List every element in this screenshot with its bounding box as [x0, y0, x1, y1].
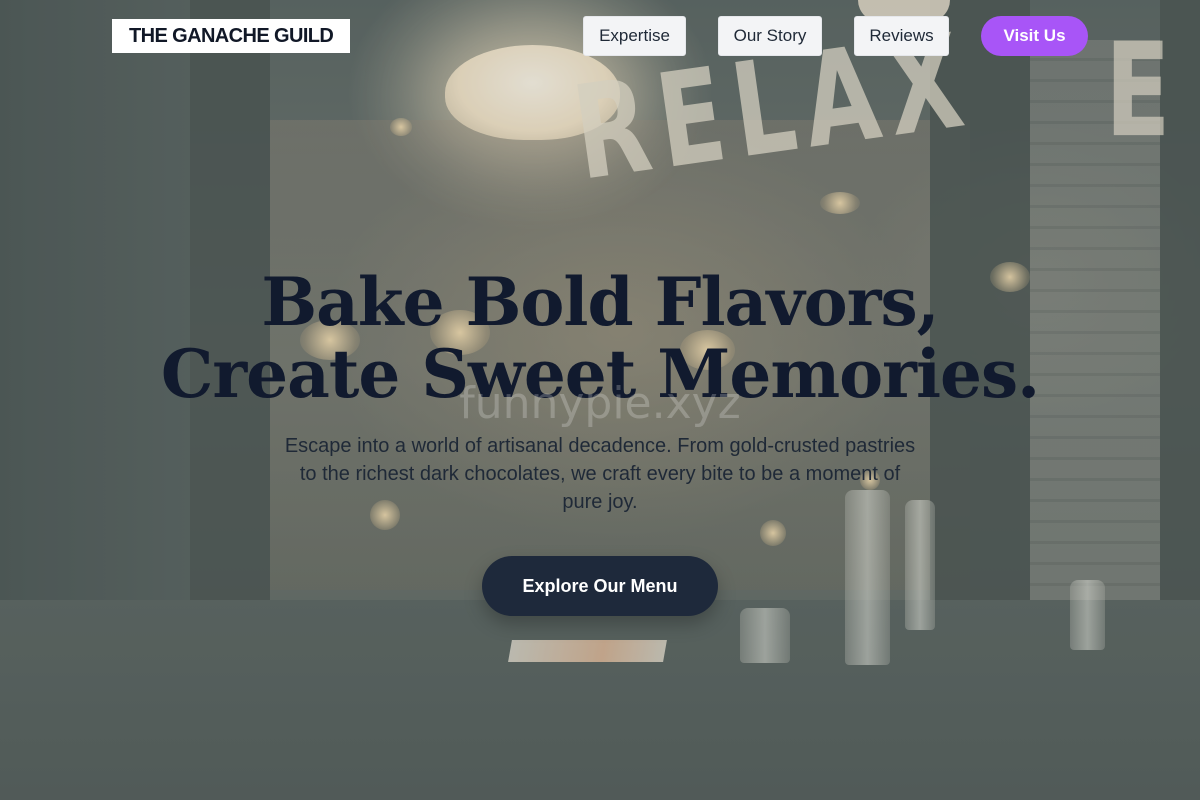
hero-title-line-1: Bake Bold Flavors,	[261, 263, 939, 341]
hero-title: Bake Bold Flavors, Create Sweet Memories…	[0, 266, 1200, 410]
site-logo[interactable]: THE GANACHE GUILD	[112, 19, 351, 53]
nav-button-reviews[interactable]: Reviews	[854, 16, 949, 56]
explore-menu-button[interactable]: Explore Our Menu	[482, 556, 718, 616]
hero-title-line-2: Create Sweet Memories.	[160, 335, 1040, 413]
hero-subtitle: Escape into a world of artisanal decaden…	[284, 435, 916, 513]
nav-button-our-story[interactable]: Our Story	[718, 16, 822, 56]
visit-us-button[interactable]: Visit Us	[981, 16, 1088, 56]
nav-button-expertise[interactable]: Expertise	[583, 16, 686, 56]
